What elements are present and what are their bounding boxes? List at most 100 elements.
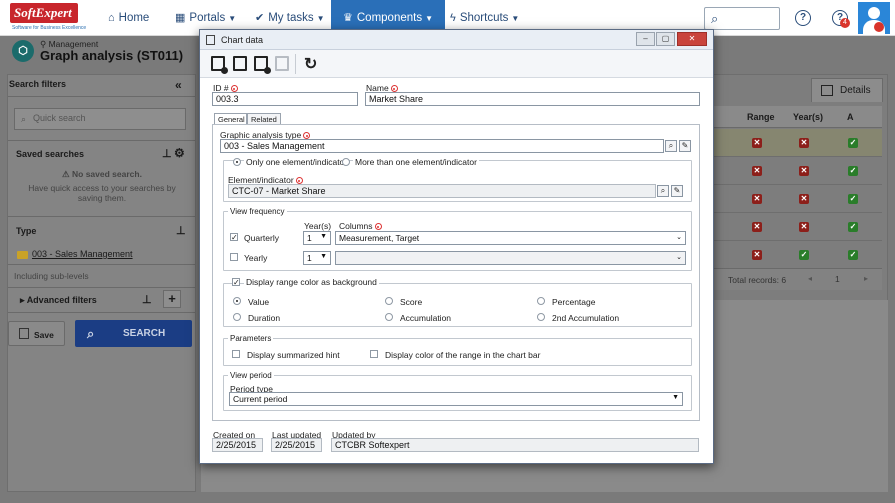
summarized-hint-label: Display summarized hint — [247, 350, 340, 360]
status-ok-icon: ✓ — [848, 194, 858, 204]
table-row[interactable]: ✕ ✓ ✓ — [712, 241, 882, 269]
yearly-years-select[interactable]: 1 ▼ — [303, 251, 331, 265]
collapse-panel-icon[interactable]: « — [175, 78, 182, 92]
save-and-new-icon[interactable] — [211, 56, 228, 74]
caret-down-icon: ▼ — [425, 14, 434, 23]
status-ok-icon: ✓ — [848, 250, 858, 260]
logo-tagline: Software for Business Excellence — [12, 25, 87, 31]
radio-duration[interactable] — [233, 313, 241, 321]
quick-search-input[interactable]: ⌕ Quick search — [14, 108, 186, 130]
caret-down-icon: ▼ — [320, 253, 327, 260]
global-search-input[interactable]: ⌕ — [704, 7, 780, 30]
required-icon — [295, 177, 303, 184]
caret-down-icon: ▼ — [672, 394, 679, 401]
divider — [8, 216, 195, 217]
status-fail-icon: ✕ — [752, 194, 762, 204]
search-button[interactable]: ⌕ SEARCH — [75, 320, 192, 347]
chevron-down-icon: ⌄ — [676, 254, 682, 261]
yearly-label: Yearly — [244, 253, 268, 263]
minimize-button[interactable]: – — [636, 32, 655, 46]
radio-one-element[interactable] — [233, 158, 241, 166]
view-frequency-label: View frequency — [228, 207, 287, 216]
column-header[interactable]: Year(s) — [793, 112, 823, 122]
status-fail-icon: ✕ — [752, 222, 762, 232]
quarterly-label: Quarterly — [244, 233, 279, 243]
required-icon — [374, 223, 382, 230]
radio-score[interactable] — [385, 297, 393, 305]
display-range-checkbox[interactable]: ✓ — [232, 278, 240, 287]
user-avatar[interactable] — [858, 2, 890, 34]
radio-2nd-accumulation-label: 2nd Accumulation — [552, 313, 620, 323]
close-button[interactable]: ✕ — [677, 32, 707, 46]
updated-by-field: CTCBR Softexpert — [331, 438, 699, 452]
caret-down-icon: ▼ — [511, 14, 520, 23]
table-row[interactable]: ✕ ✕ ✓ — [712, 129, 882, 157]
window-icon — [206, 35, 215, 45]
save-icon[interactable] — [233, 56, 247, 71]
quarterly-columns-select[interactable]: Measurement, Target ⌄ — [335, 231, 686, 245]
tab-details[interactable]: Details — [811, 78, 883, 102]
element-field[interactable]: CTC-07 - Market Share — [228, 184, 656, 198]
prev-page-icon[interactable]: ◂ — [808, 274, 812, 283]
status-fail-icon: ✕ — [799, 166, 809, 176]
range-color-bar-label: Display color of the range in the chart … — [385, 350, 541, 360]
nav-home[interactable]: ⌂ Home — [108, 0, 149, 36]
refresh-icon[interactable]: ↻ — [304, 54, 317, 74]
clear-icon[interactable]: ✎ — [679, 140, 691, 152]
table-row[interactable]: ✕ ✕ ✓ — [712, 185, 882, 213]
column-header[interactable]: A — [847, 112, 854, 122]
pin-icon[interactable]: ⊥ — [162, 147, 172, 160]
display-range-group — [223, 283, 692, 327]
radio-percentage[interactable] — [537, 297, 545, 305]
caret-down-icon: ▼ — [320, 233, 327, 240]
divider — [8, 312, 195, 313]
save-search-button[interactable]: Save — [8, 321, 65, 346]
gear-icon[interactable]: ⚙ — [174, 146, 185, 160]
folder-icon — [17, 251, 28, 259]
range-color-bar-checkbox[interactable] — [370, 350, 378, 358]
radio-duration-label: Duration — [248, 313, 281, 323]
save-and-close-icon[interactable] — [254, 56, 271, 74]
table-row[interactable]: ✕ ✕ ✓ — [712, 213, 882, 241]
name-field[interactable]: Market Share — [365, 92, 700, 106]
yearly-checkbox[interactable] — [230, 253, 238, 261]
including-sublevels-label: Including sub-levels — [14, 271, 89, 281]
saved-searches-label: Saved searches — [16, 149, 85, 159]
next-page-icon[interactable]: ▸ — [864, 274, 868, 283]
help-icon[interactable]: ? — [795, 10, 811, 26]
graph-analysis-app-icon: ⬡ — [12, 40, 34, 62]
summarized-hint-checkbox[interactable] — [232, 350, 240, 358]
logo-text: SoftExpert — [14, 5, 72, 20]
table-footer: Total records: 6 ◂ 1 ▸ — [712, 268, 882, 290]
graphic-type-field[interactable]: 003 - Sales Management — [220, 139, 664, 153]
dialog-title-bar[interactable]: Chart data – ▢ ✕ — [200, 30, 713, 50]
search-icon[interactable]: ⌕ — [665, 140, 677, 152]
quarterly-years-select[interactable]: 1 ▼ — [303, 231, 331, 245]
pin-icon[interactable]: ⊥ — [176, 224, 186, 237]
advanced-filters-toggle[interactable]: ▸ Advanced filters — [20, 295, 97, 306]
table-row[interactable]: ✕ ✕ ✓ — [712, 157, 882, 185]
search-icon: ⌕ — [711, 11, 719, 26]
radio-value[interactable] — [233, 297, 241, 305]
status-fail-icon: ✕ — [752, 166, 762, 176]
type-filter-value-link[interactable]: 003 - Sales Management — [32, 249, 133, 259]
id-field[interactable]: 003.3 — [212, 92, 358, 106]
pin-icon[interactable]: ⊥ — [142, 293, 152, 306]
toolbar-divider — [295, 54, 296, 74]
add-filter-button[interactable]: + — [163, 290, 181, 308]
search-icon[interactable]: ⌕ — [657, 185, 669, 197]
years-column-label: Year(s) — [304, 221, 332, 231]
type-filter-label: Type — [16, 226, 37, 236]
yearly-columns-select[interactable]: ⌄ — [335, 251, 686, 265]
radio-accumulation[interactable] — [385, 313, 393, 321]
radio-2nd-accumulation[interactable] — [537, 313, 545, 321]
softexpert-logo[interactable]: SoftExpert Software for Business Excelle… — [10, 3, 86, 33]
maximize-button[interactable]: ▢ — [656, 32, 675, 46]
column-header[interactable]: Range — [747, 112, 775, 122]
last-updated-field: 2/25/2015 — [271, 438, 322, 452]
page-number[interactable]: 1 — [835, 274, 840, 284]
clear-icon[interactable]: ✎ — [671, 185, 683, 197]
period-type-select[interactable]: Current period ▼ — [229, 392, 683, 406]
radio-many-elements[interactable] — [342, 158, 350, 166]
quarterly-checkbox[interactable]: ✓ — [230, 233, 238, 242]
